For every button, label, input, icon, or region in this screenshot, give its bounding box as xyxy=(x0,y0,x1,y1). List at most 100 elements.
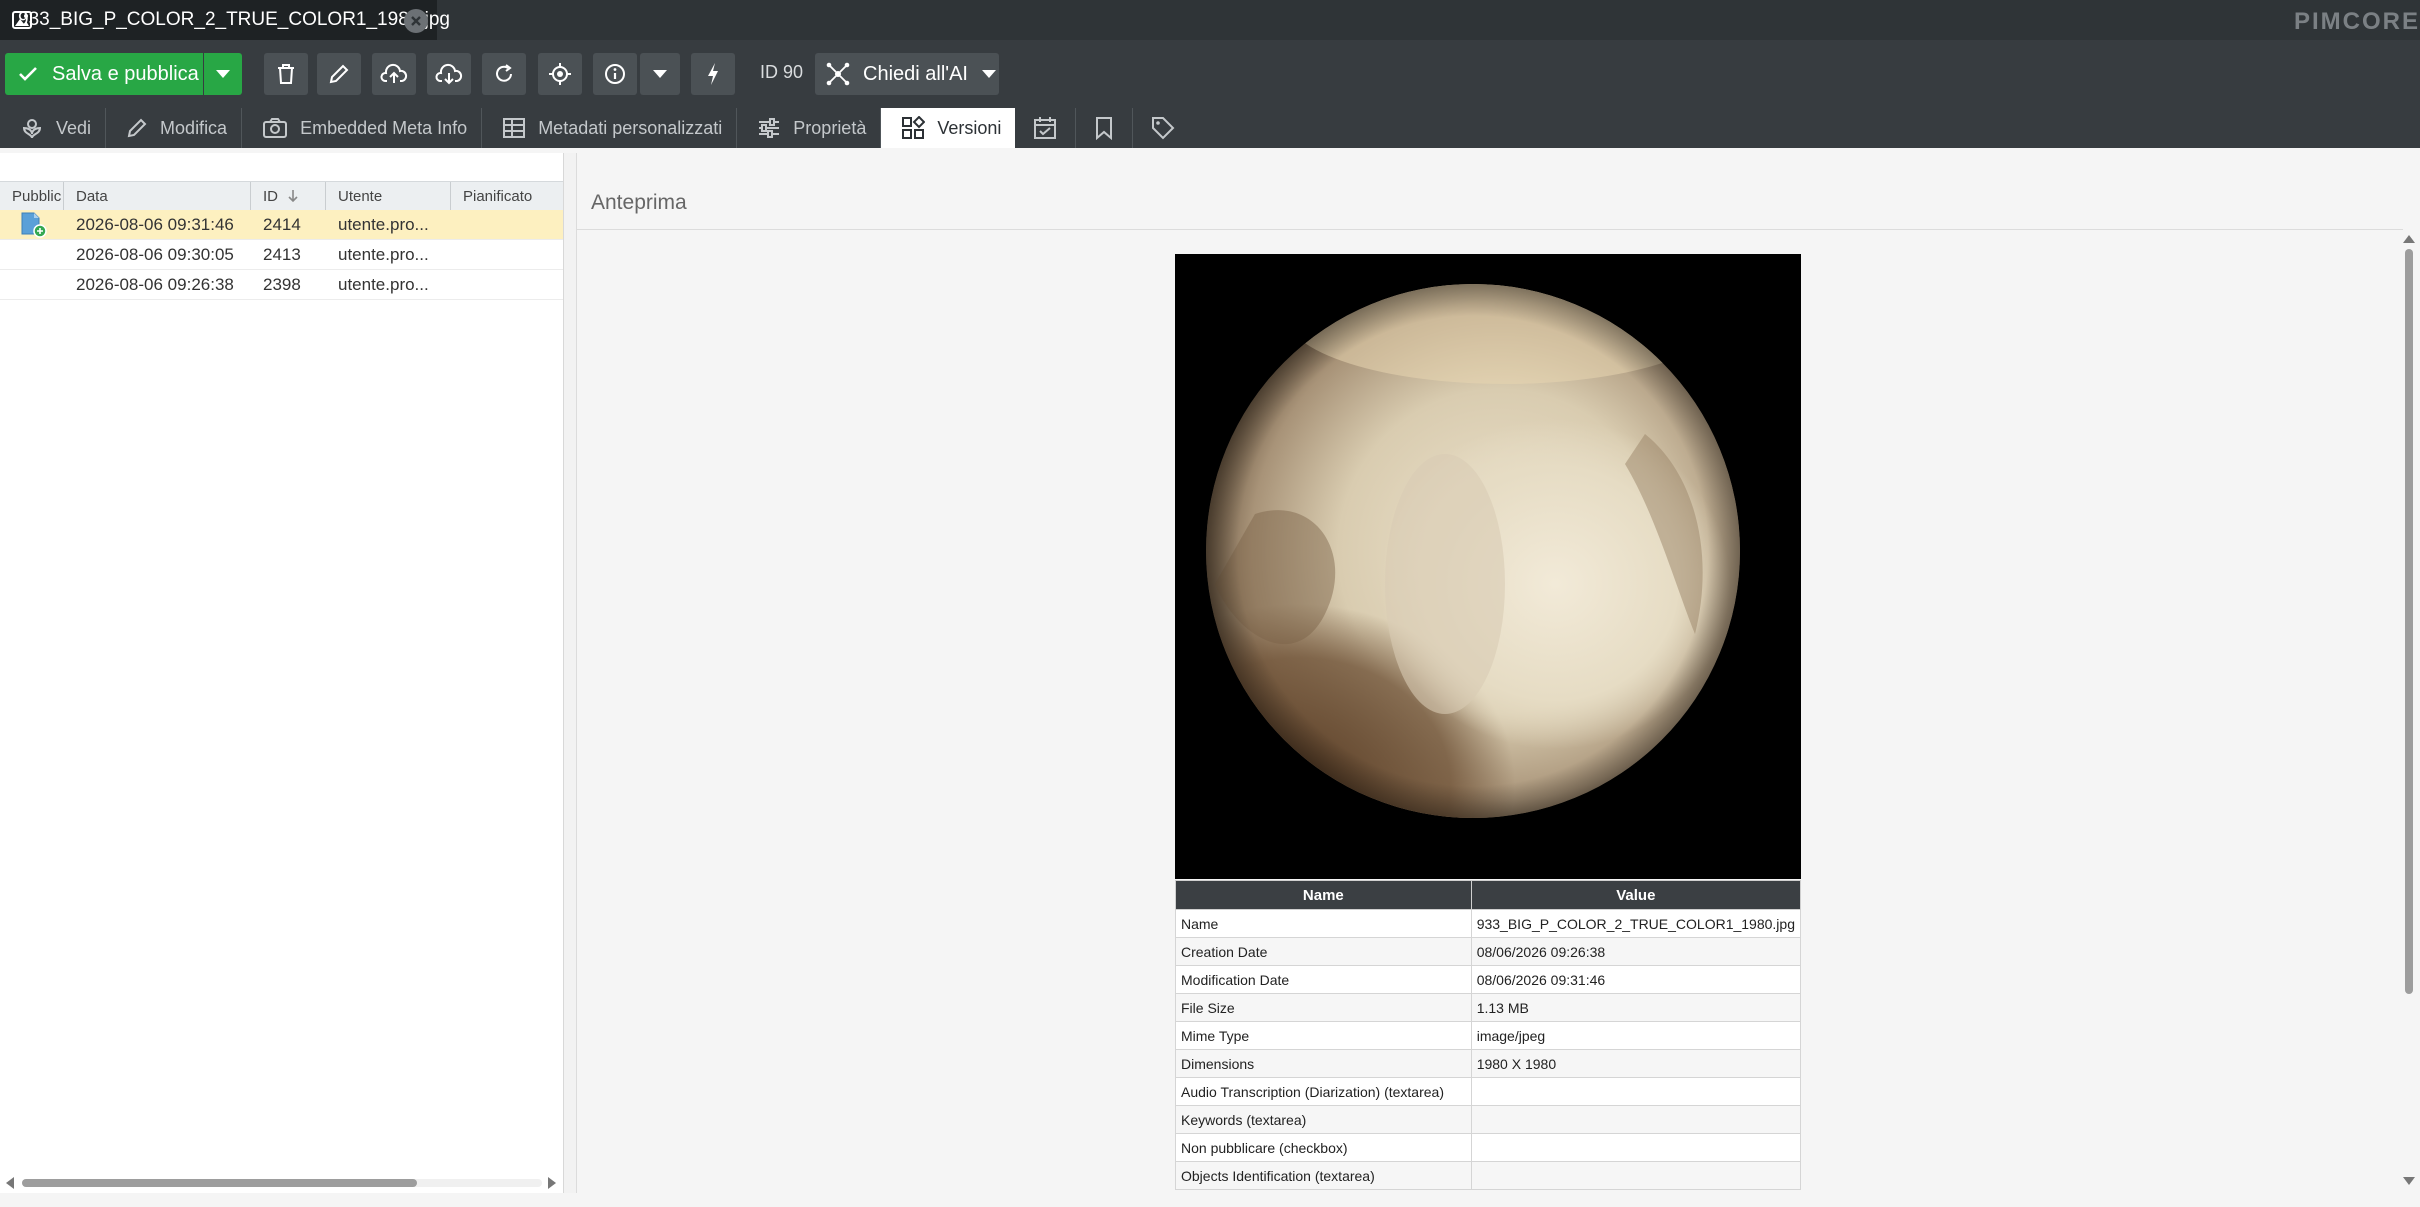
bookmark-icon xyxy=(1096,117,1113,140)
tab-schedule[interactable] xyxy=(1015,108,1077,148)
tab-properties[interactable]: Proprietà xyxy=(737,108,882,148)
metadata-row: Keywords (textarea) xyxy=(1175,1105,1802,1134)
vertical-scrollbar[interactable] xyxy=(2401,231,2417,1193)
tab-edit[interactable]: Modifica xyxy=(106,108,243,148)
close-tab-icon[interactable] xyxy=(404,9,428,33)
version-row[interactable]: 2026-08-06 09:31:46 2414 utente.pro... xyxy=(0,210,563,240)
metadata-header-name: Name xyxy=(1175,880,1472,910)
refresh-icon xyxy=(496,64,512,82)
show-in-tree-button[interactable] xyxy=(538,53,582,95)
metadata-row: Dimensions 1980 X 1980 xyxy=(1175,1049,1802,1078)
scroll-down-arrow-icon[interactable] xyxy=(2403,1177,2415,1185)
panel-splitter[interactable] xyxy=(564,153,577,1193)
scrollbar-thumb[interactable] xyxy=(2405,249,2413,994)
version-row[interactable]: 2026-08-06 09:26:38 2398 utente.pro... xyxy=(0,270,563,300)
versions-grid-header: Pubblic Data ID Utente Pianificato xyxy=(0,181,563,211)
document-tab-title: 933_BIG_P_COLOR_2_TRUE_COLOR1_1980.jpg xyxy=(18,9,450,30)
metadata-table-icon xyxy=(503,118,526,138)
asset-id-label: ID 90 xyxy=(760,62,804,82)
document-tab[interactable]: 933_BIG_P_COLOR_2_TRUE_COLOR1_1980.jpg xyxy=(0,0,450,40)
save-and-publish-label: Salva e pubblica xyxy=(52,62,199,85)
asset-preview-image xyxy=(1175,254,1801,879)
metadata-row: Mime Type image/jpeg xyxy=(1175,1021,1802,1050)
column-date[interactable]: Data xyxy=(64,182,251,210)
caret-down-icon xyxy=(981,70,996,78)
brand-logo: PIMCORE xyxy=(2293,8,2420,35)
version-scheduled xyxy=(451,270,563,299)
ai-network-icon xyxy=(826,62,850,86)
camera-icon xyxy=(263,118,288,138)
info-icon xyxy=(605,64,625,84)
metadata-row: Modification Date 08/06/2026 09:31:46 xyxy=(1175,965,1802,994)
toolbar: Salva e pubblica ID 90 Chiedi all'AI Ved… xyxy=(0,40,2420,148)
asset-subtabs: Vedi Modifica Embedded Meta Info Metadat… xyxy=(0,108,1193,148)
metadata-row: Audio Transcription (Diarization) (texta… xyxy=(1175,1077,1802,1106)
tab-view-label: Vedi xyxy=(56,117,92,138)
rename-button[interactable] xyxy=(317,53,361,95)
pencil-icon xyxy=(329,64,349,84)
download-button[interactable] xyxy=(427,53,471,95)
metadata-row: Objects Identification (textarea) xyxy=(1175,1161,1802,1190)
target-icon xyxy=(549,63,571,85)
version-date: 2026-08-06 09:26:38 xyxy=(76,274,234,294)
version-id: 2398 xyxy=(263,274,301,294)
ask-ai-label: Chiedi all'AI xyxy=(863,62,968,85)
tab-embedded-meta-info-label: Embedded Meta Info xyxy=(300,117,468,138)
column-published[interactable]: Pubblic xyxy=(0,182,64,210)
more-options-button[interactable] xyxy=(640,53,680,95)
ask-ai-button[interactable]: Chiedi all'AI xyxy=(815,53,999,95)
caret-down-icon xyxy=(216,70,230,78)
tab-view[interactable]: Vedi xyxy=(0,108,107,148)
delete-button[interactable] xyxy=(264,53,308,95)
save-options-dropdown[interactable] xyxy=(204,53,242,95)
metadata-table: Name Value Name 933_BIG_P_COLOR_2_TRUE_CO… xyxy=(1175,880,1802,1190)
tab-custom-metadata-label: Metadati personalizzati xyxy=(538,117,723,138)
upload-new-version-button[interactable] xyxy=(372,53,416,95)
cloud-upload-icon xyxy=(380,63,408,83)
tab-versions[interactable]: Versioni xyxy=(881,108,1016,148)
preview-title: Anteprima xyxy=(591,191,687,214)
versions-panel: Pubblic Data ID Utente Pianificato 2026-… xyxy=(0,153,564,1193)
version-date: 2026-08-06 09:31:46 xyxy=(76,214,234,234)
published-document-icon xyxy=(21,212,47,238)
version-user: utente.pro... xyxy=(338,244,429,264)
trash-icon xyxy=(278,64,294,84)
sliders-icon xyxy=(759,118,780,138)
scrollbar-thumb[interactable] xyxy=(22,1179,417,1187)
tab-embedded-meta-info[interactable]: Embedded Meta Info xyxy=(242,108,483,148)
version-date: 2026-08-06 09:30:05 xyxy=(76,244,234,264)
version-row[interactable]: 2026-08-06 09:30:05 2413 utente.pro... xyxy=(0,240,563,270)
lightning-icon xyxy=(708,63,718,85)
version-id: 2413 xyxy=(263,244,301,264)
tab-edit-label: Modifica xyxy=(160,117,228,138)
check-icon xyxy=(19,67,37,81)
column-scheduled[interactable]: Pianificato xyxy=(451,182,563,210)
tab-bar: 933_BIG_P_COLOR_2_TRUE_COLOR1_1980.jpg P… xyxy=(0,0,2420,40)
column-id[interactable]: ID xyxy=(251,182,326,210)
scroll-up-arrow-icon[interactable] xyxy=(2403,235,2415,243)
actions-button[interactable] xyxy=(691,53,735,95)
metadata-row: Non pubblicare (checkbox) xyxy=(1175,1133,1802,1162)
tab-custom-metadata[interactable]: Metadati personalizzati xyxy=(482,108,738,148)
caret-down-icon xyxy=(653,70,667,78)
calendar-check-icon xyxy=(1034,117,1057,139)
reload-button[interactable] xyxy=(482,53,526,95)
horizontal-scrollbar[interactable] xyxy=(0,1169,563,1195)
pencil-icon xyxy=(127,118,147,138)
save-and-publish-button[interactable]: Salva e pubblica xyxy=(5,53,203,95)
flower-icon xyxy=(22,119,42,139)
version-scheduled xyxy=(451,240,563,269)
scroll-left-arrow-icon[interactable] xyxy=(6,1177,14,1189)
tag-icon xyxy=(1152,117,1175,140)
cloud-download-icon xyxy=(435,63,463,85)
scroll-right-arrow-icon[interactable] xyxy=(548,1177,556,1189)
versions-icon xyxy=(902,116,926,139)
tab-properties-label: Proprietà xyxy=(793,117,867,138)
metadata-row: Name 933_BIG_P_COLOR_2_TRUE_COLOR1_1980.j… xyxy=(1175,909,1802,938)
info-button[interactable] xyxy=(593,53,637,95)
column-user[interactable]: Utente xyxy=(326,182,451,210)
preview-panel: Anteprima Name Value Name 933_BIG_P_COLO… xyxy=(577,153,2420,1193)
tab-bookmark[interactable] xyxy=(1076,108,1134,148)
metadata-row: Creation Date 08/06/2026 09:26:38 xyxy=(1175,937,1802,966)
tab-tags[interactable] xyxy=(1133,108,1193,148)
